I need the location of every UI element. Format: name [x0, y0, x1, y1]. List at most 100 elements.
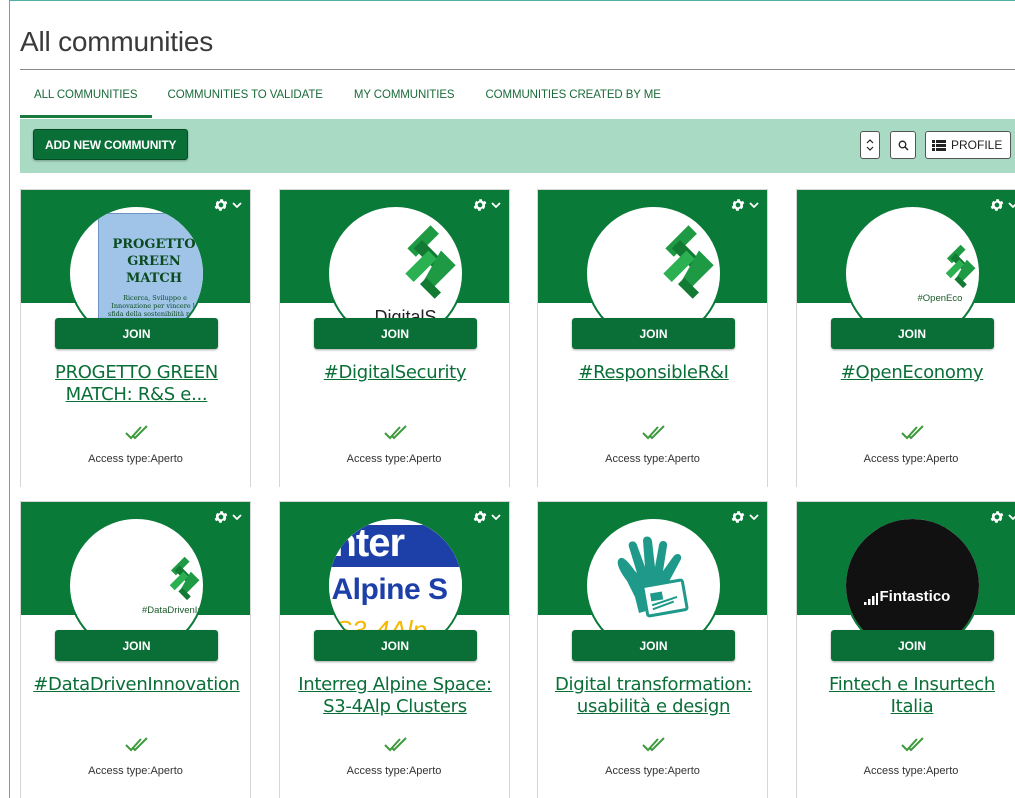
community-logo-icon [663, 225, 714, 299]
access-status-icon [383, 425, 408, 446]
join-button[interactable]: JOIN [313, 630, 477, 661]
profile-label: PROFILE [951, 138, 1003, 152]
gear-icon [473, 199, 486, 211]
community-tabs: ALL COMMUNITIES COMMUNITIES TO VALIDATE … [20, 82, 675, 120]
community-title-link[interactable]: Digital transformation: usabilità e desi… [548, 674, 759, 718]
card-settings-menu[interactable] [472, 197, 501, 213]
community-card[interactable]: DigitalS JOIN #DigitalSecurity Access type:… [278, 189, 510, 489]
gear-icon [731, 199, 745, 211]
search-button[interactable] [890, 131, 916, 159]
double-check-icon [642, 425, 665, 440]
community-card[interactable]: PROGETTO GREEN MATCH Ricerca, Sviluppo e … [20, 189, 251, 489]
profile-view-button[interactable]: PROFILE [925, 131, 1011, 159]
community-logo-icon [945, 244, 975, 289]
avatar-interreg-line1: nter [332, 521, 406, 565]
search-icon [898, 140, 909, 151]
frame-border-top [9, 0, 1015, 1]
access-type-label: Access type:Aperto [863, 453, 959, 465]
double-check-icon [900, 737, 924, 752]
gear-icon [990, 511, 1003, 523]
community-title-link[interactable]: Fintech e Insurtech Italia [807, 674, 1015, 718]
double-check-icon [125, 425, 148, 440]
access-type-label: Access type:Aperto [605, 765, 700, 777]
join-button[interactable]: JOIN [830, 630, 994, 661]
avatar-caption: Fintastico [879, 588, 951, 605]
title-divider [20, 69, 1015, 70]
chevron-down-icon [232, 513, 242, 520]
community-title-link[interactable]: #ResponsibleR&I [548, 362, 759, 384]
gear-icon [990, 199, 1003, 211]
card-settings-menu[interactable] [213, 197, 242, 213]
signal-bars-icon [863, 593, 878, 605]
chevron-down-icon [1007, 513, 1015, 520]
double-check-icon [900, 425, 924, 440]
chevron-down-icon [749, 201, 759, 208]
tab-communities-created-by-me[interactable]: COMMUNITIES CREATED BY ME [471, 82, 674, 118]
double-check-icon [383, 425, 407, 440]
access-type-label: Access type:Aperto [346, 453, 442, 465]
community-card[interactable]: JOIN #ResponsibleR&I Access type:Aperto [537, 189, 768, 489]
double-check-icon [383, 737, 407, 752]
community-card[interactable]: Fintastico JOIN Fintech e Insurtech Italia… [795, 501, 1015, 798]
community-title-link[interactable]: PROGETTO GREEN MATCH: R&S e... [31, 362, 242, 406]
page-title: All communities [20, 26, 214, 57]
gear-icon [214, 199, 228, 211]
chevron-down-icon [1007, 201, 1015, 208]
avatar-heading: PROGETTO GREEN MATCH [112, 237, 196, 286]
community-card[interactable]: #OpenEco JOIN #OpenEconomy Access type:Aper… [795, 189, 1015, 489]
access-type-label: Access type:Aperto [605, 453, 700, 465]
sort-button[interactable] [860, 131, 880, 159]
chevron-down-icon [749, 513, 759, 520]
access-status-icon [642, 737, 666, 758]
card-settings-menu[interactable] [730, 197, 759, 213]
join-button[interactable]: JOIN [55, 630, 218, 661]
community-logo-icon [169, 556, 200, 601]
frame-border-left [9, 0, 10, 798]
access-status-icon [900, 425, 925, 446]
toolbar: ADD NEW COMMUNITY PROFILE [20, 119, 1015, 173]
avatar-interreg-line2: Alpine S [331, 573, 449, 606]
avatar-caption: #DataDrivenIn [142, 605, 203, 616]
access-type-label: Access type:Aperto [88, 453, 183, 465]
gear-icon [214, 511, 228, 523]
double-check-icon [642, 737, 665, 752]
community-title-link[interactable]: #DataDrivenInnovation [31, 674, 242, 696]
join-button[interactable]: JOIN [313, 318, 477, 349]
join-button[interactable]: JOIN [830, 318, 994, 349]
double-check-icon [125, 737, 148, 752]
sort-icon [866, 139, 874, 151]
join-button[interactable]: JOIN [572, 630, 735, 661]
community-title-link[interactable]: #OpenEconomy [807, 362, 1015, 384]
card-settings-menu[interactable] [989, 197, 1015, 213]
card-settings-menu[interactable] [730, 509, 759, 525]
gear-icon [731, 511, 745, 523]
chevron-down-icon [232, 201, 242, 208]
avatar-caption: #OpenEco [917, 293, 963, 304]
community-card[interactable]: nterAlpine SS3-4AlpJOINInterreg Alpine S… [278, 501, 510, 798]
join-button[interactable]: JOIN [55, 318, 218, 349]
list-icon [932, 139, 946, 151]
community-title-link[interactable]: #DigitalSecurity [290, 362, 501, 384]
access-type-label: Access type:Aperto [346, 765, 442, 777]
access-status-icon [125, 737, 149, 758]
community-title-link[interactable]: Interreg Alpine Space: S3-4Alp Clusters [290, 674, 501, 718]
access-status-icon [642, 425, 666, 446]
join-button[interactable]: JOIN [572, 318, 735, 349]
card-settings-menu[interactable] [472, 509, 501, 525]
access-type-label: Access type:Aperto [88, 765, 183, 777]
tab-my-communities[interactable]: MY COMMUNITIES [340, 82, 469, 118]
tab-communities-to-validate[interactable]: COMMUNITIES TO VALIDATE [154, 82, 337, 118]
access-type-label: Access type:Aperto [863, 765, 959, 777]
card-settings-menu[interactable] [213, 509, 242, 525]
card-settings-menu[interactable] [989, 509, 1015, 525]
hand-card-icon [617, 536, 689, 618]
tab-all-communities[interactable]: ALL COMMUNITIES [20, 82, 152, 118]
community-card[interactable]: #DataDrivenIn JOIN #DataDrivenInnovation Ac… [20, 501, 251, 798]
access-status-icon [125, 425, 149, 446]
chevron-down-icon [490, 513, 501, 520]
add-new-community-button[interactable]: ADD NEW COMMUNITY [33, 129, 189, 160]
community-logo-icon [404, 225, 456, 299]
community-card[interactable]: JOIN Digital transformation: usabilità e … [537, 501, 768, 798]
gear-icon [473, 511, 486, 523]
access-status-icon [900, 737, 925, 758]
